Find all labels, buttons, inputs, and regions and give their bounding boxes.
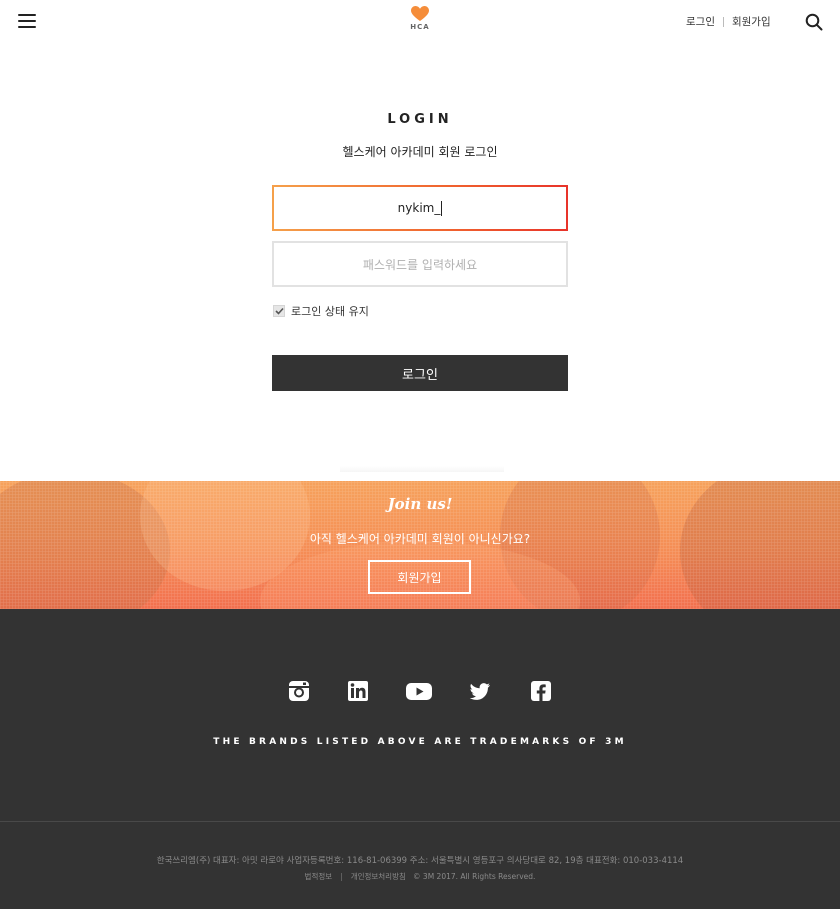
remember-checkbox[interactable] xyxy=(273,305,285,317)
legal-divider: | xyxy=(340,872,343,881)
twitter-icon[interactable] xyxy=(469,680,491,702)
signup-link[interactable]: 회원가입 xyxy=(732,14,771,29)
logo[interactable]: HCA xyxy=(405,6,435,38)
search-icon[interactable] xyxy=(805,13,823,31)
password-input[interactable]: 패스워드를 입력하세요 xyxy=(272,241,568,287)
id-input[interactable]: nykim_ xyxy=(272,185,568,231)
copyright: © 3M 2017. All Rights Reserved. xyxy=(413,872,536,881)
id-input-value: nykim_ xyxy=(397,201,441,215)
header: HCA 로그인 회원가입 xyxy=(0,0,840,48)
remember-login[interactable]: 로그인 상태 유지 xyxy=(273,303,369,319)
legal-info-link[interactable]: 법적정보 xyxy=(305,872,333,881)
page-title: LOGIN xyxy=(387,112,453,127)
page-subtitle: 헬스케어 아카데미 회원 로그인 xyxy=(342,145,498,159)
checkmark-icon xyxy=(274,307,284,315)
top-links: 로그인 회원가입 xyxy=(686,14,771,29)
login-link[interactable]: 로그인 xyxy=(686,14,715,29)
join-text: 아직 헬스케어 아카데미 회원이 아니신가요? xyxy=(309,532,531,546)
trademark-notice: THE BRANDS LISTED ABOVE ARE TRADEMARKS O… xyxy=(213,737,627,747)
footer: THE BRANDS LISTED ABOVE ARE TRADEMARKS O… xyxy=(0,609,840,909)
linkedin-icon[interactable] xyxy=(347,680,369,702)
signup-button-label: 회원가입 xyxy=(397,570,442,585)
instagram-icon[interactable] xyxy=(288,680,310,702)
divider xyxy=(340,466,504,472)
company-info: 한국쓰리엠(주) 대표자: 아밋 라로야 사업자등록번호: 116-81-063… xyxy=(156,856,684,866)
remember-label: 로그인 상태 유지 xyxy=(291,305,369,318)
login-button-label: 로그인 xyxy=(402,367,438,383)
footer-divider xyxy=(0,821,840,822)
join-script-title: Join us! xyxy=(387,495,453,513)
text-caret xyxy=(441,200,443,216)
hamburger-menu-icon[interactable] xyxy=(18,14,36,30)
signup-button[interactable]: 회원가입 xyxy=(368,560,471,594)
login-button[interactable]: 로그인 xyxy=(272,355,568,391)
youtube-icon[interactable] xyxy=(406,680,432,702)
join-banner: Join us! 아직 헬스케어 아카데미 회원이 아니신가요? 회원가입 xyxy=(0,481,840,609)
heart-logo-icon xyxy=(411,6,429,21)
legal-links: 법적정보 | 개인정보처리방침 © 3M 2017. All Rights Rese… xyxy=(0,871,840,882)
link-divider xyxy=(722,16,724,27)
logo-text: HCA xyxy=(410,23,430,31)
password-placeholder: 패스워드를 입력하세요 xyxy=(362,257,478,272)
privacy-policy-link[interactable]: 개인정보처리방침 xyxy=(351,872,406,881)
facebook-icon[interactable] xyxy=(530,680,552,702)
